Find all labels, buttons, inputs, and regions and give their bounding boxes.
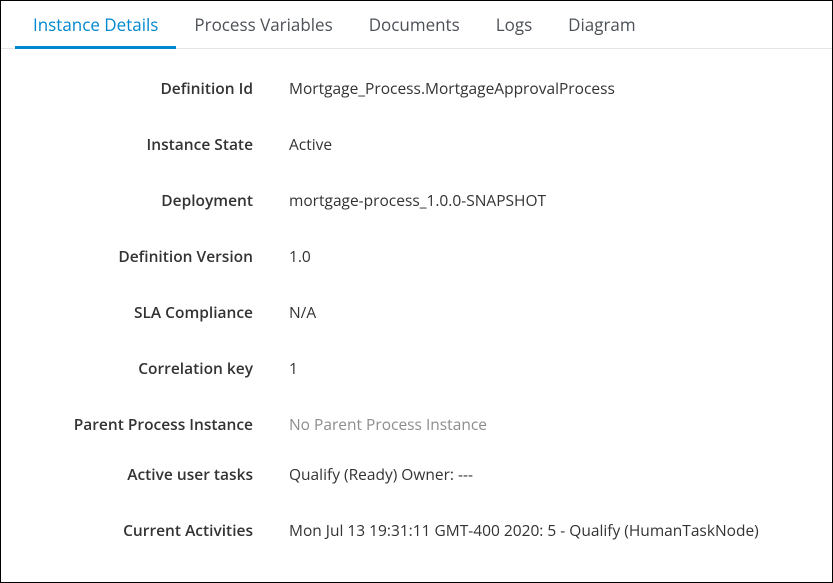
tab-process-variables[interactable]: Process Variables	[176, 1, 350, 49]
value-parent-process-instance: No Parent Process Instance	[289, 413, 808, 435]
value-active-user-tasks: Qualify (Ready) Owner: ---	[289, 463, 808, 485]
value-definition-version: 1.0	[289, 245, 808, 267]
tab-diagram[interactable]: Diagram	[550, 1, 653, 49]
label-current-activities: Current Activities	[25, 519, 289, 541]
value-correlation-key: 1	[289, 357, 808, 379]
label-definition-version: Definition Version	[25, 245, 289, 267]
row-parent-process-instance: Parent Process Instance No Parent Proces…	[25, 413, 808, 435]
value-current-activities: Mon Jul 13 19:31:11 GMT-400 2020: 5 - Qu…	[289, 519, 808, 541]
label-parent-process-instance: Parent Process Instance	[25, 413, 289, 435]
row-deployment: Deployment mortgage-process_1.0.0-SNAPSH…	[25, 189, 808, 211]
row-correlation-key: Correlation key 1	[25, 357, 808, 379]
row-current-activities: Current Activities Mon Jul 13 19:31:11 G…	[25, 519, 808, 541]
row-sla-compliance: SLA Compliance N/A	[25, 301, 808, 323]
row-instance-state: Instance State Active	[25, 133, 808, 155]
label-sla-compliance: SLA Compliance	[25, 301, 289, 323]
label-correlation-key: Correlation key	[25, 357, 289, 379]
label-definition-id: Definition Id	[25, 77, 289, 99]
tab-logs[interactable]: Logs	[478, 1, 550, 49]
row-active-user-tasks: Active user tasks Qualify (Ready) Owner:…	[25, 463, 808, 485]
value-sla-compliance: N/A	[289, 301, 808, 323]
tab-bar: Instance Details Process Variables Docum…	[1, 1, 832, 49]
instance-details-panel: Instance Details Process Variables Docum…	[0, 0, 833, 583]
label-active-user-tasks: Active user tasks	[25, 463, 289, 485]
row-definition-id: Definition Id Mortgage_Process.MortgageA…	[25, 77, 808, 99]
value-deployment: mortgage-process_1.0.0-SNAPSHOT	[289, 189, 808, 211]
tab-documents[interactable]: Documents	[351, 1, 478, 49]
row-definition-version: Definition Version 1.0	[25, 245, 808, 267]
details-section: Definition Id Mortgage_Process.MortgageA…	[1, 49, 832, 541]
tab-instance-details[interactable]: Instance Details	[15, 1, 176, 49]
value-instance-state: Active	[289, 133, 808, 155]
label-instance-state: Instance State	[25, 133, 289, 155]
label-deployment: Deployment	[25, 189, 289, 211]
value-definition-id: Mortgage_Process.MortgageApprovalProcess	[289, 77, 808, 99]
